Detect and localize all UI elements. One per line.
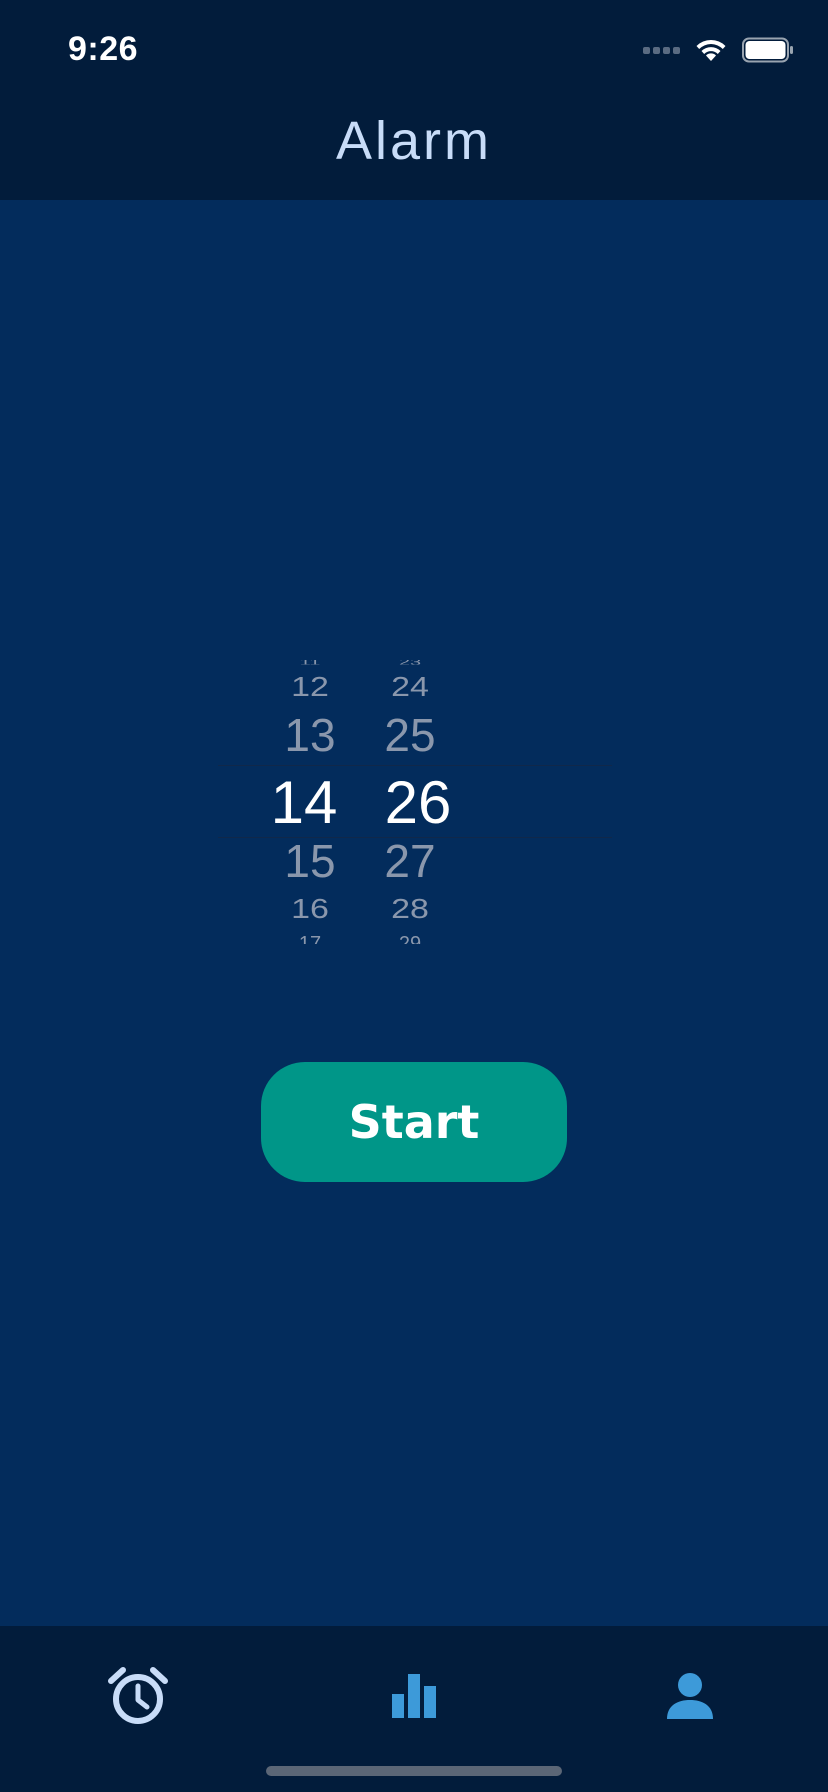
- minute-option[interactable]: 29: [350, 934, 470, 944]
- minute-option[interactable]: 24: [350, 671, 470, 702]
- top-bar: 9:26 Alarm: [0, 0, 828, 200]
- tab-alarm[interactable]: [98, 1656, 178, 1736]
- selected-minute[interactable]: 26: [358, 771, 478, 835]
- minute-option[interactable]: 23: [350, 660, 470, 665]
- selected-hour[interactable]: 14: [244, 771, 364, 835]
- person-icon: [667, 1673, 713, 1719]
- bar-chart-icon: [392, 1674, 436, 1718]
- alarm-clock-icon: [108, 1667, 168, 1724]
- home-indicator[interactable]: [266, 1766, 562, 1776]
- minute-option[interactable]: 27: [350, 836, 470, 886]
- minute-option[interactable]: 25: [350, 710, 470, 760]
- cellular-signal-icon: [643, 46, 680, 54]
- minute-wheel[interactable]: 23 24 25 26 27 28 29: [350, 660, 470, 944]
- minute-option[interactable]: 28: [350, 893, 470, 924]
- time-picker[interactable]: 11 12 13 14 15 16 17 23 24 25 26 27 28 2…: [218, 660, 612, 944]
- page-title: Alarm: [335, 111, 492, 171]
- battery-icon: [742, 37, 793, 63]
- status-time: 9:26: [68, 30, 139, 68]
- alarm-screen: 9:26 Alarm 11 12 13 14 15: [0, 0, 828, 1792]
- status-icons: [643, 36, 794, 64]
- tab-profile[interactable]: [650, 1656, 730, 1736]
- wifi-icon: [696, 39, 726, 61]
- start-button[interactable]: Start: [261, 1062, 567, 1182]
- tab-stats[interactable]: [374, 1656, 454, 1736]
